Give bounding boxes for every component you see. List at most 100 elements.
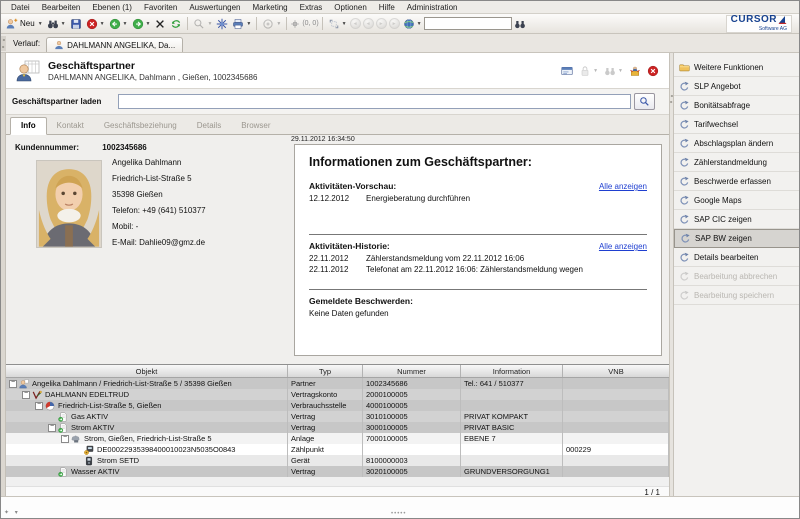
- action-item[interactable]: Bonitätsabfrage: [674, 96, 800, 115]
- new-button[interactable]: Neu▼: [4, 16, 45, 32]
- vnb-cell: [563, 411, 669, 422]
- activity-row: 22.11.2012 Telefonat am 22.11.2012 16:06…: [309, 264, 647, 275]
- menu-item[interactable]: Datei: [5, 2, 36, 13]
- favorites-button[interactable]: [214, 16, 230, 32]
- table-row[interactable]: Friedrich-List-Straße 5, Gießen Verbrauc…: [6, 400, 669, 411]
- action-item[interactable]: Bearbeitung speichern: [674, 286, 800, 305]
- table-row[interactable]: Wasser AKTIV Vertrag 3020100005 GRUNDVER…: [6, 466, 669, 477]
- search-binoculars-button[interactable]: ▼: [45, 16, 68, 32]
- menu-item[interactable]: Optionen: [328, 2, 372, 13]
- dropdown-arrow-icon[interactable]: ▼: [61, 21, 66, 27]
- show-all-link[interactable]: Alle anzeigen: [599, 242, 647, 251]
- table-row[interactable]: Strom SETD Gerät 8100000003: [6, 455, 669, 466]
- history-tab[interactable]: DAHLMANN ANGELIKA, Da...: [46, 37, 183, 52]
- quicksearch-input[interactable]: [424, 17, 512, 30]
- menu-item[interactable]: Marketing: [247, 2, 294, 13]
- globe-icon: [403, 18, 415, 30]
- print-button[interactable]: ▼: [230, 16, 253, 32]
- column-header-typ[interactable]: Typ: [288, 365, 363, 377]
- tree-expander[interactable]: [35, 402, 43, 410]
- menu-item[interactable]: Extras: [294, 2, 329, 13]
- information-cell: EBENE 7: [461, 433, 563, 444]
- column-header-information[interactable]: Information: [461, 365, 563, 377]
- tab[interactable]: Info: [10, 117, 47, 135]
- panel-collapse-handle[interactable]: ◂▸: [1, 36, 6, 51]
- close-button[interactable]: [152, 16, 168, 32]
- action-item[interactable]: SLP Angebot: [674, 77, 800, 96]
- find-button[interactable]: [512, 16, 528, 32]
- action-item[interactable]: Abschlagsplan ändern: [674, 134, 800, 153]
- dropdown-arrow-icon[interactable]: ▼: [123, 21, 128, 27]
- dropdown-arrow-icon[interactable]: ▼: [342, 21, 347, 27]
- tab[interactable]: Details: [187, 118, 231, 134]
- web-button[interactable]: ▼: [401, 16, 424, 32]
- tab[interactable]: Kontakt: [47, 118, 94, 134]
- action-item[interactable]: Weitere Funktionen: [674, 58, 800, 77]
- tree-expander[interactable]: [9, 380, 17, 388]
- refresh-button[interactable]: [168, 16, 184, 32]
- nummer-cell: [363, 444, 461, 455]
- vnb-cell: [563, 400, 669, 411]
- tab[interactable]: Browser: [231, 118, 280, 134]
- toolbar-separator: [286, 17, 287, 30]
- card-view-button[interactable]: [559, 63, 575, 78]
- splitter-grip[interactable]: ◂▸: [670, 93, 673, 105]
- dropdown-arrow-icon[interactable]: ▼: [146, 21, 151, 27]
- column-header-nummer[interactable]: Nummer: [363, 365, 461, 377]
- menu-item[interactable]: Bearbeiten: [36, 2, 87, 13]
- information-cell: [461, 455, 563, 466]
- table-row[interactable]: Angelika Dahlmann / Friedrich-List-Straß…: [6, 378, 669, 389]
- row-type-icon: [19, 379, 29, 389]
- action-item[interactable]: Details bearbeiten: [674, 248, 800, 267]
- magnifier-icon: [193, 18, 205, 30]
- action-item[interactable]: Bearbeitung abbrechen: [674, 267, 800, 286]
- action-item[interactable]: Beschwerde erfassen: [674, 172, 800, 191]
- menu-item[interactable]: Ebenen (1): [86, 2, 138, 13]
- show-all-link[interactable]: Alle anzeigen: [599, 182, 647, 191]
- back-button[interactable]: ▼: [107, 16, 130, 32]
- table-row[interactable]: Strom, Gießen, Friedrich-List-Straße 5 A…: [6, 433, 669, 444]
- divider: [309, 289, 647, 290]
- abort-button[interactable]: [645, 63, 661, 78]
- table-empty-area: [6, 477, 669, 486]
- selection-mode-button[interactable]: ▼: [326, 16, 349, 32]
- surprise-button[interactable]: [627, 63, 643, 78]
- dropdown-arrow-icon[interactable]: ▼: [100, 21, 105, 27]
- dropdown-arrow-icon[interactable]: ▼: [38, 21, 43, 27]
- page-title: Geschäftspartner: [48, 60, 257, 72]
- nummer-cell: 8100000003: [363, 455, 461, 466]
- table-row[interactable]: DAHLMANN EDELTRUD Vertragskonto 20001000…: [6, 389, 669, 400]
- table-row[interactable]: Gas AKTIV Vertrag 3010100005 PRIVAT KOMP…: [6, 411, 669, 422]
- tab[interactable]: Geschäftsbeziehung: [94, 118, 187, 134]
- action-item[interactable]: SAP CIC zeigen: [674, 210, 800, 229]
- tree-expander[interactable]: [22, 391, 30, 399]
- section-heading: Gemeldete Beschwerden:: [309, 296, 413, 306]
- column-header-vnb[interactable]: VNB: [563, 365, 669, 377]
- delete-button[interactable]: ▼: [84, 16, 107, 32]
- save-button[interactable]: [68, 16, 84, 32]
- menu-item[interactable]: Favoriten: [138, 2, 183, 13]
- forward-button[interactable]: ▼: [130, 16, 153, 32]
- load-search-button[interactable]: [634, 93, 655, 110]
- dropdown-arrow-icon[interactable]: ▼: [246, 21, 251, 27]
- action-item[interactable]: Google Maps: [674, 191, 800, 210]
- dropdown-arrow-icon[interactable]: ▼: [417, 21, 422, 27]
- menu-item[interactable]: Hilfe: [373, 2, 401, 13]
- menu-item[interactable]: Administration: [401, 2, 464, 13]
- action-item[interactable]: SAP BW zeigen: [674, 229, 800, 248]
- table-row[interactable]: DE00022935398400010023N5035O0843 Zählpun…: [6, 444, 669, 455]
- action-item[interactable]: Zählerstandmeldung: [674, 153, 800, 172]
- horizontal-splitter-grip[interactable]: •••••: [391, 511, 407, 517]
- menu-item[interactable]: Auswertungen: [183, 2, 246, 13]
- partner-load-input[interactable]: [118, 94, 631, 109]
- printer-icon: [232, 18, 244, 30]
- tree-expander[interactable]: [48, 424, 56, 432]
- vertical-splitter[interactable]: ◂▸: [669, 53, 674, 498]
- typ-cell: Anlage: [288, 433, 363, 444]
- table-row[interactable]: Strom AKTIV Vertrag 3000100005 PRIVAT BA…: [6, 422, 669, 433]
- column-header-objekt[interactable]: Objekt: [6, 365, 288, 377]
- action-item[interactable]: Tarifwechsel: [674, 115, 800, 134]
- customer-street: Friedrich-List-Straße 5: [112, 171, 206, 187]
- tree-expander[interactable]: [61, 435, 69, 443]
- menu-bar: DateiBearbeitenEbenen (1)FavoritenAuswer…: [1, 1, 799, 14]
